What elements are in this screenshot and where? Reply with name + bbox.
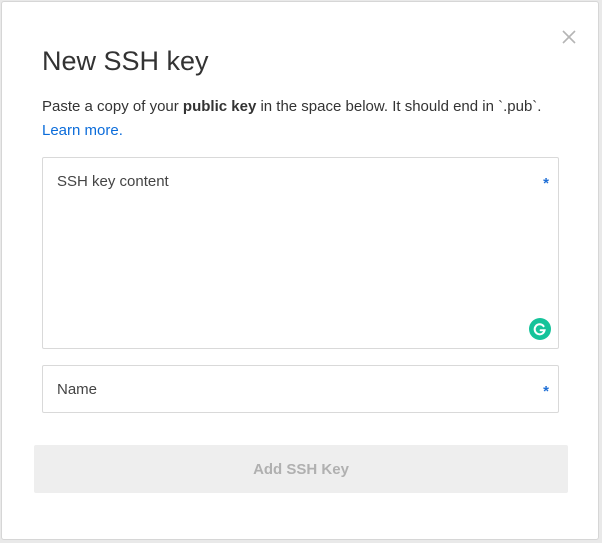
ssh-key-content-field[interactable]: SSH key content * — [42, 157, 559, 349]
dialog-title: New SSH key — [42, 46, 209, 76]
close-icon — [562, 30, 576, 44]
name-label: Name — [57, 381, 98, 398]
description-text-end: in the space below. It should end in `.p… — [256, 98, 542, 115]
new-ssh-key-dialog: New SSH key Paste a copy of your public … — [1, 1, 599, 540]
ssh-key-content-label: SSH key content — [57, 173, 169, 190]
required-marker: * — [543, 383, 549, 400]
name-field[interactable]: Name * — [42, 365, 559, 413]
dialog-description: Paste a copy of your public key in the s… — [42, 95, 572, 143]
add-ssh-key-button[interactable]: Add SSH Key — [34, 445, 568, 493]
description-bold-text: public key — [182, 98, 257, 115]
required-marker: * — [543, 175, 549, 192]
learn-more-link[interactable]: Learn more. — [42, 122, 123, 139]
close-button[interactable] — [558, 26, 580, 48]
description-text: Paste a copy of your — [42, 98, 183, 115]
grammarly-icon[interactable] — [529, 318, 551, 340]
